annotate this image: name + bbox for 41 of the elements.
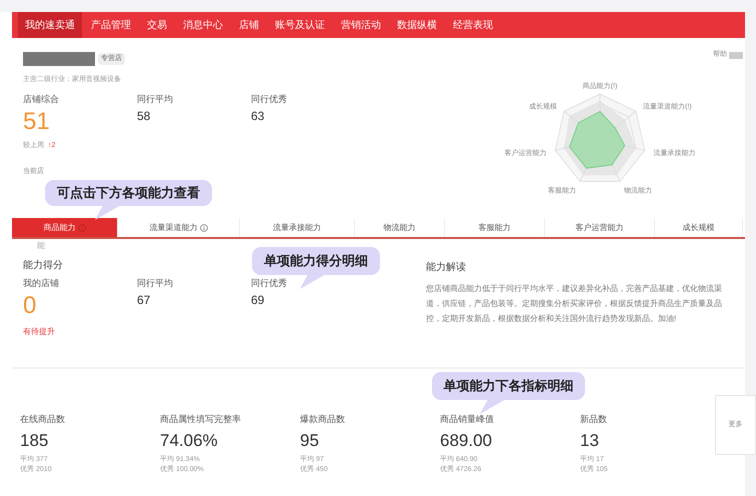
beta-tag	[729, 52, 743, 59]
faint-text: 能	[37, 241, 46, 251]
metric-value: 185	[20, 430, 50, 452]
metric-label: 在线商品数	[20, 413, 66, 425]
callout-pointer	[95, 205, 122, 221]
stat-label: 同行优秀	[251, 277, 287, 289]
metric-value: 13	[580, 430, 600, 452]
nav-item[interactable]: 我的速卖通	[18, 12, 82, 38]
section-title: 能力解读	[426, 261, 467, 274]
analysis-paragraph: 您店铺商品能力低于于同行平均水平，建议差异化补品，完善产品基建，优化物流渠道，供应链，产品包装等。定期搜集分析买家评价，根据反馈提升商品生产质量及品控，定期开发新品，根据数据分析和关注国外流行趋势发现新品。加油!	[426, 283, 722, 325]
metric-label: 爆款商品数	[300, 413, 346, 425]
nav-item[interactable]: 经营表现	[446, 12, 500, 38]
status-text: 有待提升	[23, 327, 56, 337]
nav-item[interactable]: 账号及认证	[268, 12, 332, 38]
section-title: 能力得分	[23, 259, 63, 272]
callout-pointer	[480, 399, 507, 415]
stat-value: 51	[23, 107, 50, 137]
stat-value: 67	[137, 292, 150, 308]
stat-label: 同行平均	[137, 93, 173, 105]
nav-item[interactable]: 产品管理	[84, 12, 138, 38]
stat-value: 0	[23, 291, 36, 321]
nav-item[interactable]: 数据纵横	[390, 12, 444, 38]
metric-label: 商品属性填写完整率	[160, 413, 242, 425]
metric-value: 95	[300, 430, 320, 452]
nav-item[interactable]: 店铺	[232, 12, 266, 38]
stat-value: 58	[137, 108, 150, 124]
stat-label: 店铺综合	[23, 93, 59, 105]
metric-value: 74.06%	[160, 430, 219, 452]
metric-value: 689.00	[440, 430, 493, 452]
nav-item[interactable]: 交易	[140, 12, 174, 38]
nav-item[interactable]: 营销活动	[334, 12, 388, 38]
metric-label: 商品销量峰值	[440, 413, 495, 425]
stat-label: 我的店铺	[23, 277, 59, 289]
metric-label: 新品数	[580, 413, 608, 425]
nav-item[interactable]: 消息中心	[176, 12, 230, 38]
redacted-store-name	[23, 52, 95, 66]
stat-label: 同行优秀	[251, 93, 287, 105]
tab[interactable]: 商品能力	[12, 218, 118, 237]
stat-value: 63	[251, 108, 264, 124]
stat-value: 69	[251, 292, 264, 308]
stat-label: 同行平均	[137, 277, 173, 289]
